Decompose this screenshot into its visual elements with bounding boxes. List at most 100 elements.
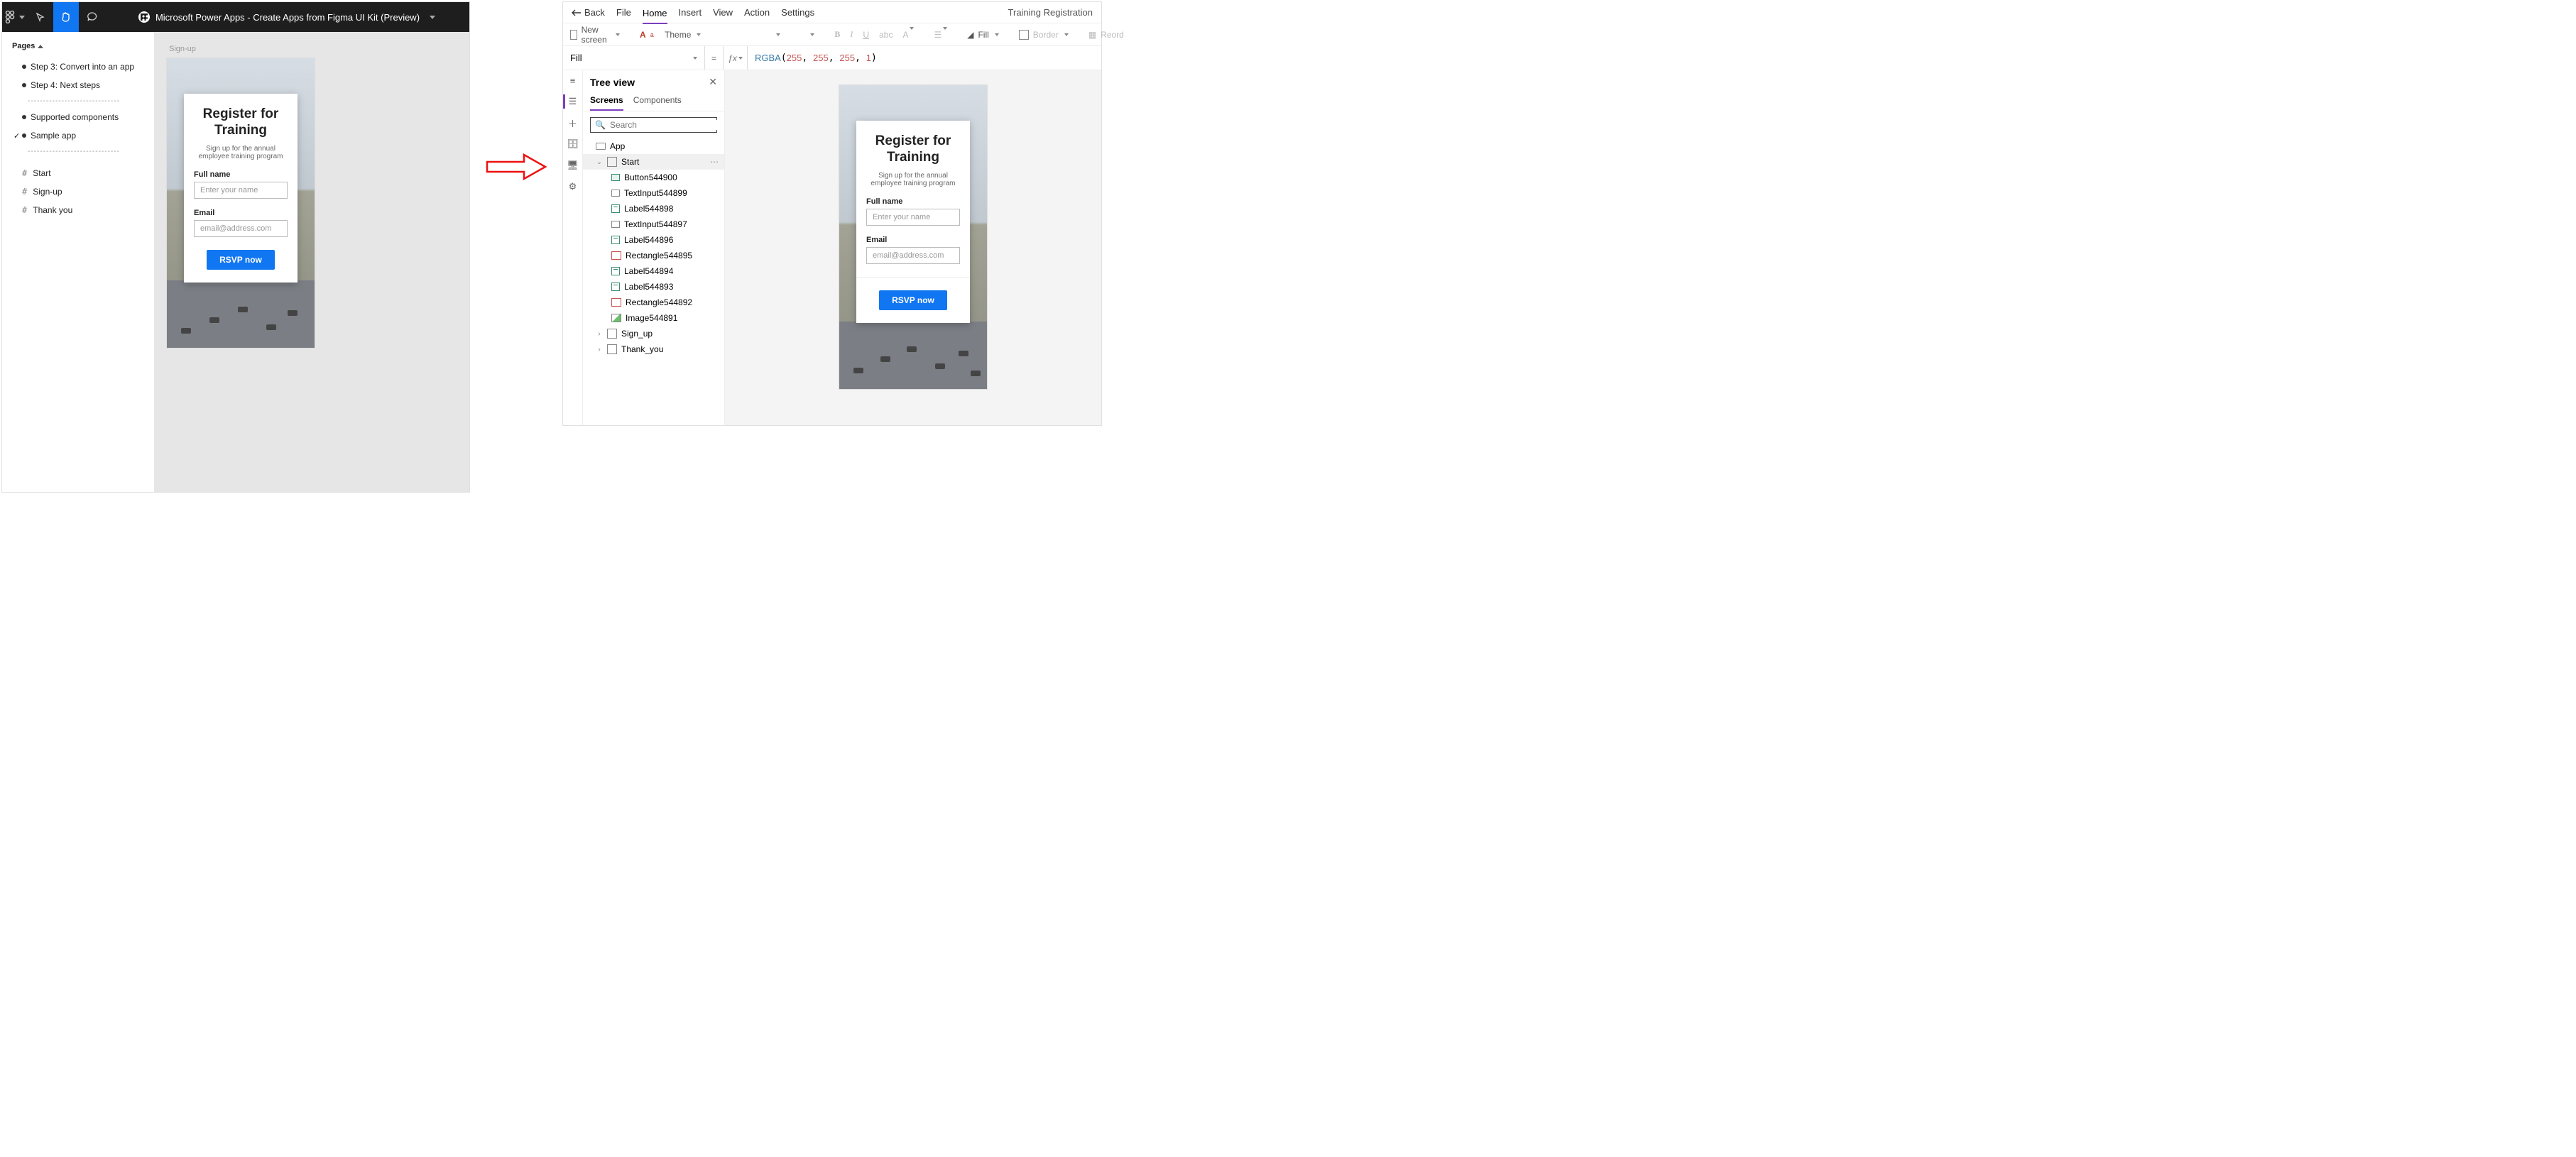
- tree-item[interactable]: Button544900: [583, 170, 724, 185]
- label-icon: [611, 236, 620, 244]
- start-screen[interactable]: Register forTraining Sign up for the ann…: [839, 84, 988, 390]
- form-subtitle: Sign up for the annual employee training…: [194, 145, 288, 160]
- figma-file-title[interactable]: Microsoft Power Apps - Create Apps from …: [104, 11, 469, 23]
- frame-start[interactable]: #Start: [8, 164, 148, 182]
- insert-icon[interactable]: ＋: [567, 117, 579, 128]
- hamburger-icon[interactable]: ≡: [567, 75, 579, 86]
- tools-icon[interactable]: ⚙: [567, 181, 579, 192]
- rectangle-icon: [611, 251, 621, 260]
- app-icon: [596, 143, 606, 150]
- media-icon[interactable]: 🖥: [567, 160, 579, 171]
- pages-header[interactable]: Pages: [8, 39, 148, 57]
- tree-item[interactable]: Label544893: [583, 279, 724, 295]
- figma-canvas[interactable]: Sign-up Register forTraining Sign up for…: [155, 32, 469, 492]
- close-icon[interactable]: ✕: [709, 76, 717, 88]
- page-divider: ------------------------------: [8, 94, 148, 108]
- road-image: [167, 280, 315, 348]
- image-icon: [611, 314, 621, 322]
- data-icon[interactable]: 🗄: [567, 138, 579, 150]
- strike-button[interactable]: abc: [879, 30, 893, 40]
- italic-button[interactable]: I: [850, 29, 853, 40]
- font-color-button[interactable]: A: [902, 30, 914, 40]
- screen-icon: [607, 157, 617, 167]
- border-button[interactable]: Border: [1019, 30, 1069, 40]
- theme-icon: A: [640, 30, 646, 40]
- page-sample-app[interactable]: Sample app: [8, 126, 148, 145]
- signup-frame[interactable]: Register forTraining Sign up for the ann…: [166, 57, 315, 349]
- frame-signup[interactable]: #Sign-up: [8, 182, 148, 201]
- frame-thankyou[interactable]: #Thank you: [8, 201, 148, 219]
- tree-screen-start[interactable]: ⌄Start⋯: [583, 154, 724, 170]
- tree-item[interactable]: Label544894: [583, 263, 724, 279]
- figma-window: Microsoft Power Apps - Create Apps from …: [1, 1, 470, 493]
- app-name: Training Registration: [1008, 7, 1093, 18]
- tree-item[interactable]: Rectangle544895: [583, 248, 724, 263]
- page-supported[interactable]: Supported components: [8, 108, 148, 126]
- fullname-input[interactable]: Enter your name: [194, 182, 288, 199]
- tree-item[interactable]: TextInput544897: [583, 216, 724, 232]
- fx-button[interactable]: ƒx: [724, 46, 748, 70]
- tree-item[interactable]: TextInput544899: [583, 185, 724, 201]
- chevron-up-icon: [38, 45, 43, 48]
- theme-button[interactable]: Aa Theme: [640, 30, 701, 40]
- rsvp-button[interactable]: RSVP now: [207, 250, 275, 270]
- figma-toolbar: Microsoft Power Apps - Create Apps from …: [2, 2, 469, 32]
- font-size[interactable]: [790, 33, 814, 36]
- search-icon: 🔍: [595, 120, 606, 130]
- pa-canvas[interactable]: Register forTraining Sign up for the ann…: [725, 70, 1101, 425]
- tree-item[interactable]: Label544896: [583, 232, 724, 248]
- menu-action[interactable]: Action: [744, 7, 770, 18]
- form-title: Register forTraining: [866, 133, 960, 166]
- property-dropdown[interactable]: Fill: [563, 46, 705, 70]
- page-step3[interactable]: Step 3: Convert into an app: [8, 57, 148, 76]
- tree-item[interactable]: Label544898: [583, 201, 724, 216]
- screen-icon: [607, 329, 617, 339]
- border-icon: [1019, 30, 1029, 40]
- tree-screen-signup[interactable]: ›Sign_up: [583, 326, 724, 341]
- underline-button[interactable]: U: [863, 30, 869, 40]
- email-label: Email: [194, 209, 288, 217]
- menu-file[interactable]: File: [616, 7, 631, 18]
- reorder-icon: ▦: [1088, 30, 1096, 40]
- hand-tool[interactable]: [53, 2, 79, 32]
- tree-view-icon[interactable]: ☰: [567, 96, 579, 107]
- reorder-button[interactable]: ▦Reord: [1088, 30, 1124, 40]
- fullname-input[interactable]: Enter your name: [866, 209, 960, 226]
- rectangle-icon: [611, 298, 621, 307]
- back-button[interactable]: Back: [572, 7, 605, 18]
- rsvp-button[interactable]: RSVP now: [879, 290, 947, 310]
- arrow-left-icon: [572, 9, 582, 16]
- conversion-arrow: [484, 150, 548, 183]
- powerapps-window: Back File Home Insert View Action Settin…: [562, 1, 1102, 426]
- tab-screens[interactable]: Screens: [590, 91, 623, 111]
- formula-input[interactable]: RGBA(255, 255, 255, 1): [748, 46, 1101, 70]
- bold-button[interactable]: B: [834, 29, 840, 40]
- textinput-icon: [611, 221, 620, 228]
- figma-menu-button[interactable]: [2, 2, 28, 32]
- more-icon[interactable]: ⋯: [710, 157, 719, 167]
- tab-components[interactable]: Components: [633, 91, 682, 111]
- tree-item[interactable]: Rectangle544892: [583, 295, 724, 310]
- move-tool[interactable]: [28, 2, 53, 32]
- menu-home[interactable]: Home: [643, 8, 667, 24]
- fullname-label: Full name: [866, 197, 960, 206]
- new-screen-button[interactable]: New screen: [570, 25, 620, 45]
- page-step4[interactable]: Step 4: Next steps: [8, 76, 148, 94]
- frame-label[interactable]: Sign-up: [169, 45, 458, 53]
- search-input[interactable]: [610, 120, 720, 130]
- textinput-icon: [611, 190, 620, 197]
- tree-item[interactable]: Image544891: [583, 310, 724, 326]
- fill-button[interactable]: ◢Fill: [967, 30, 999, 40]
- email-input[interactable]: email@address.com: [194, 220, 288, 237]
- align-button[interactable]: ☰: [934, 30, 947, 40]
- comment-tool[interactable]: [79, 2, 104, 32]
- tree-screen-thankyou[interactable]: ›Thank_you: [583, 341, 724, 357]
- menu-settings[interactable]: Settings: [781, 7, 814, 18]
- font-dropdown[interactable]: [721, 33, 780, 36]
- menu-insert[interactable]: Insert: [679, 7, 702, 18]
- tree-app[interactable]: App: [583, 138, 724, 154]
- menu-view[interactable]: View: [713, 7, 733, 18]
- tree-search[interactable]: 🔍: [590, 117, 717, 133]
- email-input[interactable]: email@address.com: [866, 247, 960, 264]
- chevron-down-icon: [19, 16, 25, 19]
